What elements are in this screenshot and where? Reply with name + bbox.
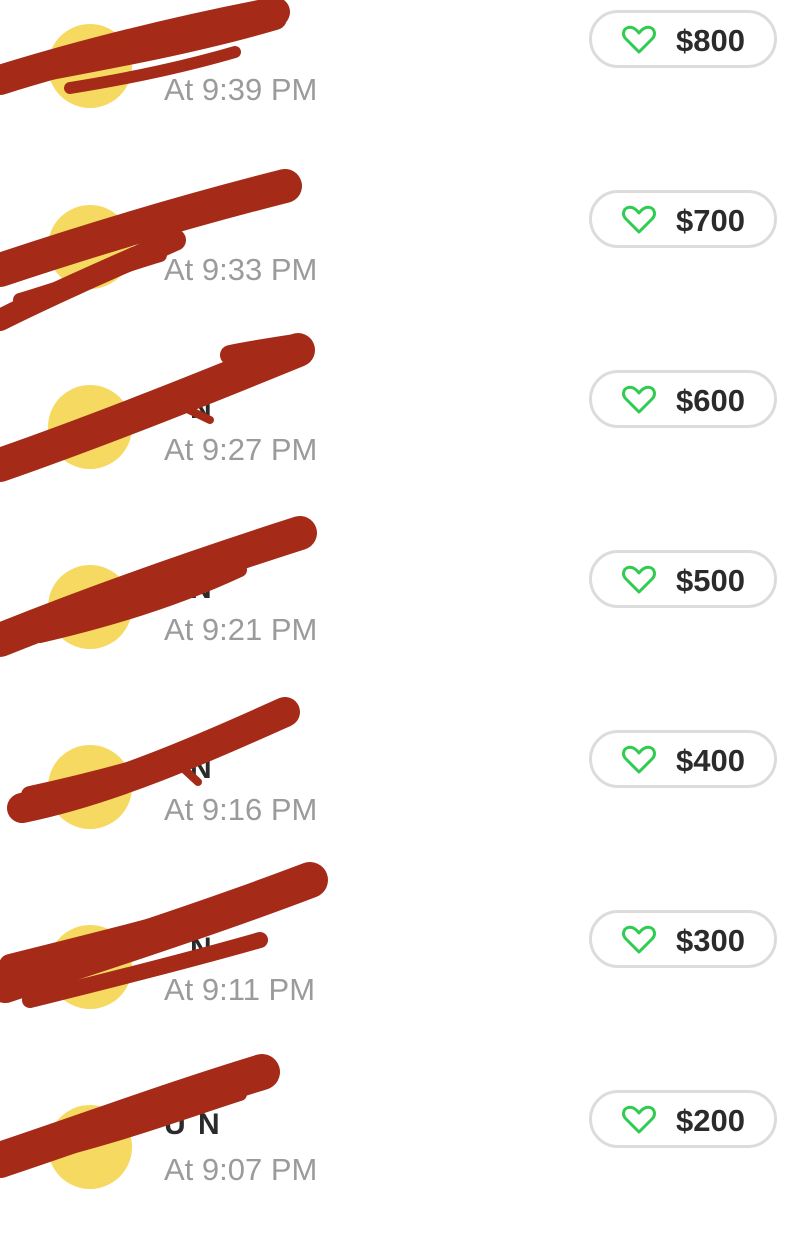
sender-name: N	[190, 932, 214, 965]
list-item[interactable]: N At 9:21 PM $500	[0, 540, 798, 720]
sender-name: N	[190, 392, 214, 425]
transaction-time: At 9:21 PM	[164, 612, 318, 647]
list-item[interactable]: N At 9:11 PM $300	[0, 900, 798, 1080]
sender-name: U N	[164, 1108, 222, 1141]
amount-like-button[interactable]: $800	[589, 10, 777, 68]
heart-icon	[622, 205, 656, 234]
list-item[interactable]: N At 9:16 PM $400	[0, 720, 798, 900]
avatar	[48, 1105, 132, 1189]
heart-icon	[622, 565, 656, 594]
heart-icon	[622, 925, 656, 954]
amount-value: $800	[676, 23, 745, 58]
list-item[interactable]: N At 9:27 PM $600	[0, 360, 798, 540]
heart-icon	[622, 745, 656, 774]
sender-name: N	[190, 752, 214, 785]
avatar	[48, 565, 132, 649]
amount-like-button[interactable]: $400	[589, 730, 777, 788]
transaction-time: At 9:39 PM	[164, 72, 318, 107]
amount-value: $200	[676, 1103, 745, 1138]
amount-like-button[interactable]: $500	[589, 550, 777, 608]
transaction-time: At 9:33 PM	[164, 252, 318, 287]
amount-value: $600	[676, 383, 745, 418]
transaction-time: At 9:16 PM	[164, 792, 318, 827]
heart-icon	[622, 385, 656, 414]
avatar	[48, 205, 132, 289]
amount-value: $500	[676, 563, 745, 598]
list-item[interactable]: At 9:39 PM $800	[0, 0, 798, 180]
sender-name: N	[190, 572, 214, 605]
amount-like-button[interactable]: $200	[589, 1090, 777, 1148]
amount-value: $700	[676, 203, 745, 238]
amount-value: $300	[676, 923, 745, 958]
list-item[interactable]: At 9:33 PM $700	[0, 180, 798, 360]
amount-like-button[interactable]: $600	[589, 370, 777, 428]
heart-icon	[622, 1105, 656, 1134]
amount-value: $400	[676, 743, 745, 778]
transaction-time: At 9:11 PM	[164, 972, 316, 1007]
amount-like-button[interactable]: $700	[589, 190, 777, 248]
list-item[interactable]: U N At 9:07 PM $200	[0, 1080, 798, 1260]
transaction-time: At 9:27 PM	[164, 432, 318, 467]
avatar	[48, 385, 132, 469]
transaction-time: At 9:07 PM	[164, 1152, 318, 1187]
heart-icon	[622, 25, 656, 54]
avatar	[48, 24, 132, 108]
amount-like-button[interactable]: $300	[589, 910, 777, 968]
avatar	[48, 745, 132, 829]
transaction-feed: At 9:39 PM $800 At 9:33 PM $700 N At 9:2…	[0, 0, 798, 1200]
avatar	[48, 925, 132, 1009]
